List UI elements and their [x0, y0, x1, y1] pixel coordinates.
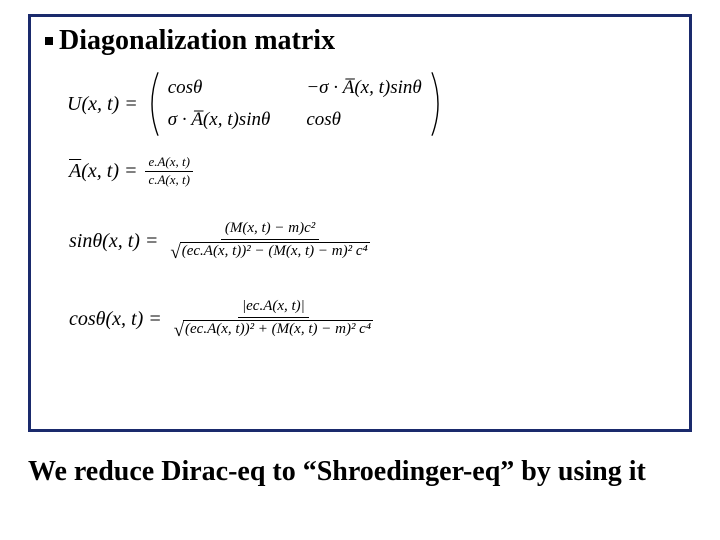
right-paren-icon — [430, 71, 446, 137]
costheta-lhs: cosθ(x, t) = — [69, 308, 162, 331]
equation-abar: A(x, t) = e.A(x, t) c.A(x, t) — [69, 155, 675, 188]
equation-sintheta: sinθ(x, t) = (M(x, t) − m)c² √ (ec.A(x, … — [69, 218, 675, 266]
sintheta-radicand: (ec.A(x, t))² − (M(x, t) − m)² c⁴ — [180, 242, 370, 264]
equation-costheta: cosθ(x, t) = |ec.A(x, t)| √ (ec.A(x, t))… — [69, 296, 675, 344]
boxed-content: Diagonalization matrix U(x, t) = cosθ −σ… — [28, 14, 692, 432]
matrix-cell-21: σ · A̅(x, t)sinθ — [168, 109, 271, 131]
equation-matrix: U(x, t) = cosθ −σ · A̅(x, t)sinθ σ · A̅(… — [67, 71, 675, 137]
matrix-lhs: U(x, t) = — [67, 93, 138, 116]
footer-text: We reduce Dirac-eq to “Shroedinger-eq” b… — [28, 454, 688, 489]
sintheta-den: √ (ec.A(x, t))² − (M(x, t) − m)² c⁴ — [166, 240, 373, 266]
sintheta-fraction: (M(x, t) − m)c² √ (ec.A(x, t))² − (M(x, … — [166, 218, 373, 266]
abar-fraction: e.A(x, t) c.A(x, t) — [145, 155, 193, 188]
matrix-cell-11: cosθ — [168, 77, 271, 99]
bullet-icon — [45, 37, 53, 45]
costheta-den: √ (ec.A(x, t))² + (M(x, t) − m)² c⁴ — [170, 318, 377, 344]
sintheta-num: (M(x, t) − m)c² — [221, 218, 319, 240]
costheta-num: |ec.A(x, t)| — [238, 296, 309, 318]
sintheta-lhs: sinθ(x, t) = — [69, 230, 158, 253]
matrix-body: cosθ −σ · A̅(x, t)sinθ σ · A̅(x, t)sinθ … — [144, 71, 446, 137]
costheta-radicand: (ec.A(x, t))² + (M(x, t) − m)² c⁴ — [183, 320, 373, 342]
abar-den: c.A(x, t) — [145, 172, 193, 188]
heading-row: Diagonalization matrix — [45, 25, 675, 57]
heading: Diagonalization matrix — [59, 25, 335, 57]
abar-num: e.A(x, t) — [145, 155, 193, 172]
matrix-cell-22: cosθ — [306, 109, 421, 131]
left-paren-icon — [144, 71, 160, 137]
costheta-fraction: |ec.A(x, t)| √ (ec.A(x, t))² + (M(x, t) … — [170, 296, 377, 344]
abar-lhs: A(x, t) = — [69, 160, 137, 183]
matrix-cell-12: −σ · A̅(x, t)sinθ — [306, 77, 421, 99]
